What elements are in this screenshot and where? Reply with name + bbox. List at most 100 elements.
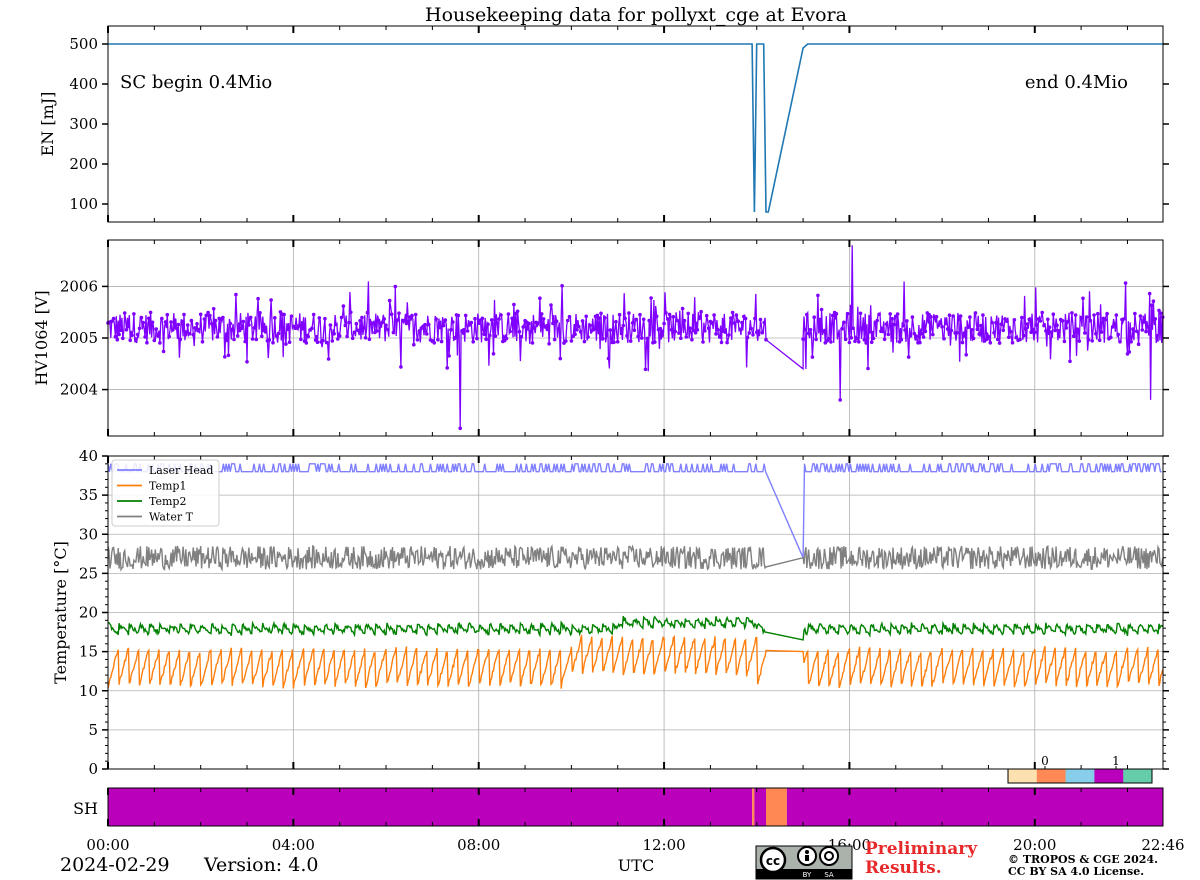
hv1064-point [180, 319, 184, 324]
hv1064-point [764, 337, 768, 342]
legend-entry: Temp1 [149, 480, 186, 493]
hv1064-point [491, 352, 496, 356]
hv1064-point [156, 334, 160, 338]
hv1064-point [1118, 339, 1122, 344]
hv1064-point [723, 330, 727, 334]
hv1064-point [252, 326, 257, 330]
hv1064-point [617, 312, 622, 317]
hv1064-point [284, 342, 288, 346]
hv1064-point [458, 426, 463, 431]
hv1064-point [560, 284, 564, 288]
hv1064-point [712, 313, 716, 317]
hv1064-point [538, 296, 542, 301]
hv1064-point [475, 336, 479, 341]
hv1064-point [299, 337, 303, 342]
hv1064-point [360, 315, 364, 320]
x-tick-label: 20:00 [1013, 836, 1056, 854]
hv1064-point [886, 332, 891, 337]
hv1064-point [955, 331, 959, 335]
hv1064-point [934, 314, 939, 319]
hv1064-point [599, 311, 603, 316]
y-axis-label: HV1064 [V] [32, 290, 51, 385]
hv1064-point [958, 314, 963, 318]
hv1064-point [197, 327, 201, 332]
hv1064-point [462, 327, 466, 332]
hv1064-point [564, 339, 568, 343]
hv1064-point [578, 330, 583, 334]
hv1064-point [245, 360, 249, 364]
hv1064-point [608, 328, 613, 332]
hv1064-point [801, 337, 805, 341]
hv1064-point [391, 330, 396, 335]
hv1064-point [960, 340, 965, 345]
y-tick-label: 10 [79, 682, 98, 700]
hv1064-point [1010, 340, 1015, 345]
hv1064-point [324, 340, 329, 345]
y-tick-label: 200 [69, 155, 98, 173]
hv1064-point [1007, 335, 1011, 340]
x-tick-label: 22:46 [1141, 836, 1184, 854]
hv1064-point [816, 293, 820, 298]
hv1064-point [471, 340, 476, 344]
hv1064-point [1144, 329, 1148, 334]
hv1064-point [300, 326, 305, 331]
hv1064-point [371, 321, 375, 326]
hv1064-point [1084, 315, 1089, 319]
hv1064-point [425, 332, 429, 336]
hv1064-point [530, 341, 535, 345]
hv1064-point [215, 335, 220, 339]
hv1064-point [973, 311, 978, 315]
hv1064-point [1018, 337, 1022, 342]
hv1064-point [306, 334, 311, 339]
hv1064-point [986, 334, 991, 339]
hv1064-point [565, 318, 570, 323]
hv1064-point [860, 327, 865, 331]
hv1064-point [693, 331, 698, 335]
hv1064-point [536, 321, 540, 326]
hv1064-point [1149, 303, 1154, 308]
hv1064-point [347, 320, 351, 325]
hv1064-point [438, 325, 442, 330]
hv1064-point [1001, 328, 1006, 333]
footer-version: Version: 4.0 [203, 854, 318, 876]
hv1064-panel: 2004 2005 2006 HV1064 [V] [32, 239, 1169, 437]
colorbar-segment [1008, 769, 1038, 783]
y-tick-label: 5 [88, 721, 98, 739]
hv1064-point [1005, 319, 1009, 324]
hv1064-point [753, 316, 757, 321]
hv1064-point [243, 339, 247, 344]
hv1064-point [287, 340, 292, 345]
cc-by-sa-badge: cc BY SA [755, 845, 853, 880]
hv1064-point [148, 310, 153, 315]
copyright-line-2: CC BY SA 4.0 License. [1008, 865, 1144, 878]
hv1064-point [554, 319, 559, 324]
hv1064-series-line [107, 245, 1164, 429]
hv1064-point [1159, 311, 1163, 316]
hv1064-point [643, 367, 648, 372]
hv1064-point [556, 327, 561, 331]
hv1064-point [126, 324, 131, 329]
hv1064-point [1116, 332, 1120, 337]
hv1064-point [603, 316, 607, 320]
hv1064-point [1034, 323, 1039, 327]
hv1064-point [1020, 315, 1024, 320]
hv1064-point [905, 319, 909, 323]
hv1064-point [248, 315, 253, 320]
hv1064-point [1122, 317, 1126, 321]
hv1064-point [1025, 322, 1030, 326]
axes-frame [107, 25, 1164, 223]
hv1064-point [1092, 313, 1096, 317]
y-axis-label: SH [73, 799, 98, 818]
hv1064-point [734, 313, 739, 317]
hv1064-point [228, 321, 233, 326]
hv1064-point [803, 327, 807, 332]
hv1064-point [612, 340, 616, 345]
hv1064-point [968, 315, 972, 319]
y-axis-label: EN [mJ] [38, 92, 57, 157]
hv1064-point [376, 318, 381, 323]
hv1064-point [806, 331, 811, 336]
hv1064-point [476, 321, 481, 326]
hv1064-point [858, 311, 863, 316]
hv1064-point [406, 319, 411, 323]
hv1064-point [940, 325, 944, 329]
